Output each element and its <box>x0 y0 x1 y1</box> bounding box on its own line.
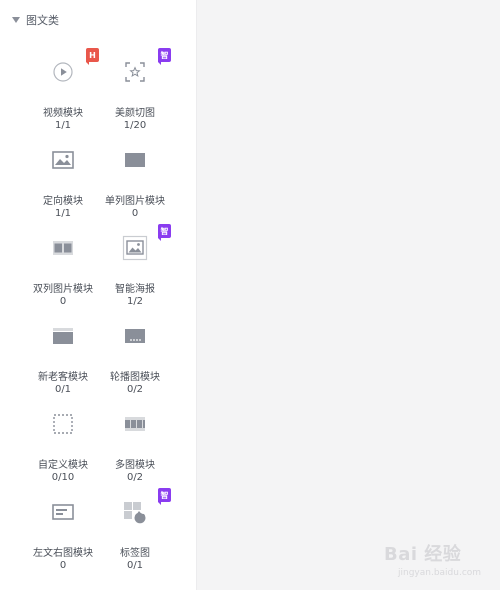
tile-multi-image[interactable]: 多图模块 0/2 <box>96 404 174 490</box>
tile-count: 0/10 <box>51 472 75 483</box>
tile-label: 视频模块 <box>43 108 83 119</box>
tile-label: 左文右图模块 <box>33 548 93 559</box>
tile-count: 0/2 <box>126 384 144 395</box>
text-left-image-right-icon <box>43 492 83 532</box>
beauty-crop-icon <box>115 52 155 92</box>
tile-count: 1/20 <box>123 120 147 131</box>
tile-text-left-image-right[interactable]: 左文右图模块 0 <box>24 492 102 578</box>
tile-carousel-module[interactable]: 轮播图模块 0/2 <box>96 316 174 402</box>
tile-video-module[interactable]: H 视频模块 1/1 <box>24 48 102 138</box>
tile-count: 0/1 <box>54 384 72 395</box>
tile-label: 多图模块 <box>115 460 155 471</box>
tile-tag-image[interactable]: 智 标签图 0/1 <box>96 488 174 578</box>
customer-module-icon <box>43 316 83 356</box>
section-title: 图文类 <box>26 14 59 27</box>
tile-customer-module[interactable]: 新老客模块 0/1 <box>24 316 102 402</box>
tile-count: 0 <box>131 208 139 219</box>
watermark-sub: jingyan.baidu.com <box>398 568 482 578</box>
tile-beauty-crop[interactable]: 智 美颜切图 1/20 <box>96 48 174 138</box>
tag-image-icon <box>115 492 155 532</box>
tile-label: 单列图片模块 <box>105 196 165 207</box>
tile-label: 自定义模块 <box>38 460 88 471</box>
tile-label: 智能海报 <box>115 284 155 295</box>
smart-poster-icon <box>115 228 155 268</box>
component-panel: 图文类 H 视频模块 1/1 智 美颜切图 1/20 定向模块 1/1 单列图片… <box>0 0 197 590</box>
tile-smart-poster[interactable]: 智 智能海报 1/2 <box>96 224 174 314</box>
tile-count: 1/1 <box>54 208 72 219</box>
tile-label: 定向模块 <box>43 196 83 207</box>
watermark-text: Bai 经验 <box>384 544 462 565</box>
single-column-image-icon <box>115 140 155 180</box>
tile-count: 1/1 <box>54 120 72 131</box>
tile-count: 0/1 <box>126 560 144 571</box>
carousel-icon <box>115 316 155 356</box>
section-header-graphic[interactable]: 图文类 <box>12 13 59 27</box>
caret-down-icon <box>12 17 20 23</box>
custom-dashed-icon <box>43 404 83 444</box>
tile-label: 美颜切图 <box>115 108 155 119</box>
tile-count: 1/2 <box>126 296 144 307</box>
tile-single-column-image[interactable]: 单列图片模块 0 <box>96 140 174 226</box>
tile-label: 轮播图模块 <box>110 372 160 383</box>
tile-count: 0/2 <box>126 472 144 483</box>
tile-directional-module[interactable]: 定向模块 1/1 <box>24 140 102 226</box>
baidu-watermark: Bai 经验 jingyan.baidu.com <box>384 540 492 582</box>
tile-label: 标签图 <box>120 548 150 559</box>
smart-badge: 智 <box>158 48 171 65</box>
double-column-image-icon <box>43 228 83 268</box>
directional-image-icon <box>43 140 83 180</box>
tile-label: 双列图片模块 <box>33 284 93 295</box>
smart-badge: 智 <box>158 224 171 241</box>
tile-count: 0 <box>59 296 67 307</box>
smart-badge: 智 <box>158 488 171 505</box>
tile-custom-module[interactable]: 自定义模块 0/10 <box>24 404 102 490</box>
multi-image-icon <box>115 404 155 444</box>
video-play-icon <box>43 52 83 92</box>
tile-double-column-image[interactable]: 双列图片模块 0 <box>24 228 102 314</box>
tile-label: 新老客模块 <box>38 372 88 383</box>
tile-count: 0 <box>59 560 67 571</box>
